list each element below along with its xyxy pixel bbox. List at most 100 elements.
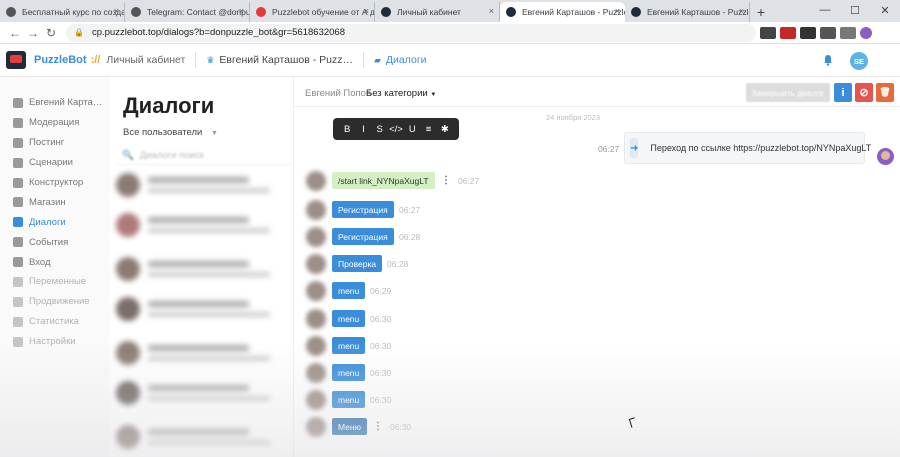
browser-tab[interactable]: Евгений Карташов - Puzzlebot× (500, 2, 625, 22)
sidepanel-icon[interactable] (840, 26, 856, 39)
sidebar-item[interactable]: Настройки (0, 332, 110, 352)
close-tab-icon[interactable]: × (114, 6, 119, 16)
finish-dialog-button[interactable]: Завершить диалог (746, 83, 830, 102)
chat-user-name[interactable]: Евгений Попов (305, 88, 371, 99)
sidebar-item[interactable]: Магазин (0, 192, 110, 212)
search-input[interactable]: 🔍 Диалоги поиск (116, 147, 292, 165)
avatar (306, 227, 326, 247)
forward-icon[interactable]: → (24, 26, 42, 40)
list-item[interactable] (116, 249, 292, 289)
minimize-button[interactable]: — (810, 0, 840, 20)
delete-icon[interactable]: 🗑 (876, 83, 894, 102)
sidebar-item[interactable]: Сценарии (0, 153, 110, 173)
message-menu-icon[interactable]: ⋮ (440, 172, 452, 189)
puzzle-icon[interactable] (820, 26, 836, 39)
category-label: Без категории (366, 88, 428, 99)
message-menu-icon[interactable]: ⋮ (372, 418, 384, 435)
format-button[interactable]: U (405, 124, 419, 135)
user-filter-dropdown[interactable]: Все пользователи ▼ (123, 127, 218, 138)
avatar (306, 281, 326, 301)
format-button[interactable]: ≡ (422, 124, 436, 135)
close-window-button[interactable]: ✕ (870, 0, 900, 20)
close-tab-icon[interactable]: × (239, 6, 244, 16)
incoming-message[interactable]: Регистрация (332, 228, 394, 245)
category-dropdown[interactable]: Без категории ▼ (366, 88, 436, 99)
browser-tab[interactable]: Личный кабинет × (375, 2, 500, 22)
avatar[interactable]: SE (850, 52, 868, 70)
users-icon (13, 117, 23, 128)
extension-icon[interactable] (780, 26, 796, 39)
sidebar-item[interactable]: События (0, 232, 110, 252)
format-button[interactable]: S (373, 124, 387, 135)
incoming-message[interactable]: menu (332, 282, 366, 299)
extension-icon[interactable] (800, 26, 816, 39)
sidebar-item[interactable]: Диалоги (0, 212, 110, 232)
new-tab-button[interactable]: + (750, 2, 772, 22)
sidebar-item-label: Настройки (29, 336, 76, 348)
message-time: 06:30 (370, 314, 392, 324)
close-tab-icon[interactable]: × (739, 6, 744, 16)
brand-name[interactable]: PuzzleBot (34, 54, 87, 66)
list-item[interactable] (116, 333, 292, 373)
incoming-message[interactable]: /start link_NYNpaXugLT (332, 172, 435, 189)
close-tab-icon[interactable]: × (489, 6, 494, 16)
sidebar-item[interactable]: Евгений Карта… (0, 93, 110, 113)
profile-icon[interactable] (860, 26, 872, 39)
browser-tab-title: Личный кабинет (397, 7, 461, 17)
list-item[interactable] (116, 373, 292, 413)
browser-tab-title: Telegram: Contact @donpuzzlc… (147, 7, 249, 17)
maximize-button[interactable]: ☐ (840, 0, 870, 20)
browser-tab[interactable]: Puzzlebot обучение от А до Я…× (250, 2, 375, 22)
incoming-message[interactable]: menu (332, 310, 366, 327)
list-item[interactable] (116, 417, 292, 457)
chat-panel: Евгений Попов Без категории ▼ Завершить … (294, 77, 900, 457)
list-item[interactable] (116, 205, 292, 245)
info-icon[interactable]: i (834, 83, 852, 102)
puzzlebot-logo-icon[interactable] (6, 51, 26, 69)
breadcrumb-section[interactable]: Диалоги (386, 54, 427, 66)
bell-icon[interactable] (822, 54, 834, 66)
message-time: 06:27 (458, 176, 480, 186)
message-time: 06:29 (370, 286, 392, 296)
back-icon[interactable]: ← (6, 26, 24, 40)
list-item[interactable] (116, 289, 292, 329)
sidebar-item[interactable]: Переменные (0, 272, 110, 292)
flow-icon (13, 157, 23, 168)
reload-icon[interactable]: ↻ (42, 26, 60, 40)
incoming-message[interactable]: menu (332, 337, 366, 354)
format-button[interactable]: ✱ (438, 124, 452, 135)
browser-tab[interactable]: Евгений Карташов - Puzzlebot× (625, 2, 750, 22)
browser-tab-bar: Бесплатный курс по создани…×Telegram: Co… (0, 0, 900, 22)
brand-separator: :// (90, 54, 101, 66)
breadcrumb-bot[interactable]: Евгений Карташов - Puzz… (219, 54, 353, 66)
incoming-message[interactable]: menu (332, 364, 366, 381)
chevron-down-icon: ▼ (210, 130, 218, 137)
list-item[interactable] (116, 165, 292, 205)
sidebar-item[interactable]: Статистика (0, 312, 110, 332)
incoming-message[interactable]: Проверка (332, 255, 383, 272)
format-button[interactable]: I (356, 124, 370, 135)
breadcrumb-cabinet[interactable]: Личный кабинет (106, 54, 185, 66)
sidebar-item[interactable]: Продвижение (0, 292, 110, 312)
close-tab-icon[interactable]: × (364, 6, 369, 16)
block-icon[interactable]: ⊘ (855, 83, 873, 102)
sidebar-item[interactable]: Вход (0, 252, 110, 272)
sidebar-item-label: Статистика (29, 316, 79, 328)
date-separator: 24 ноября 2023 (546, 113, 601, 122)
format-button[interactable]: </> (389, 124, 403, 135)
extension-icon[interactable] (760, 26, 776, 39)
incoming-message[interactable]: Меню (332, 418, 367, 435)
url-field[interactable]: 🔒 cp.puzzlebot.top/dialogs?b=donpuzzle_b… (66, 23, 756, 42)
incoming-message[interactable]: menu (332, 391, 366, 408)
sidebar-item[interactable]: Постинг (0, 133, 110, 153)
close-tab-icon[interactable]: × (615, 6, 620, 16)
sidebar-item[interactable]: Модерация (0, 113, 110, 133)
browser-tab[interactable]: Бесплатный курс по создани…× (0, 2, 125, 22)
browser-tab[interactable]: Telegram: Contact @donpuzzlc…× (125, 2, 250, 22)
favicon-icon (506, 7, 516, 17)
sidebar-item[interactable]: Конструктор (0, 173, 110, 193)
search-icon: 🔍 (122, 150, 134, 161)
format-button[interactable]: B (340, 124, 354, 135)
sidebar-item-label: Сценарии (29, 157, 73, 169)
incoming-message[interactable]: Регистрация (332, 201, 394, 218)
